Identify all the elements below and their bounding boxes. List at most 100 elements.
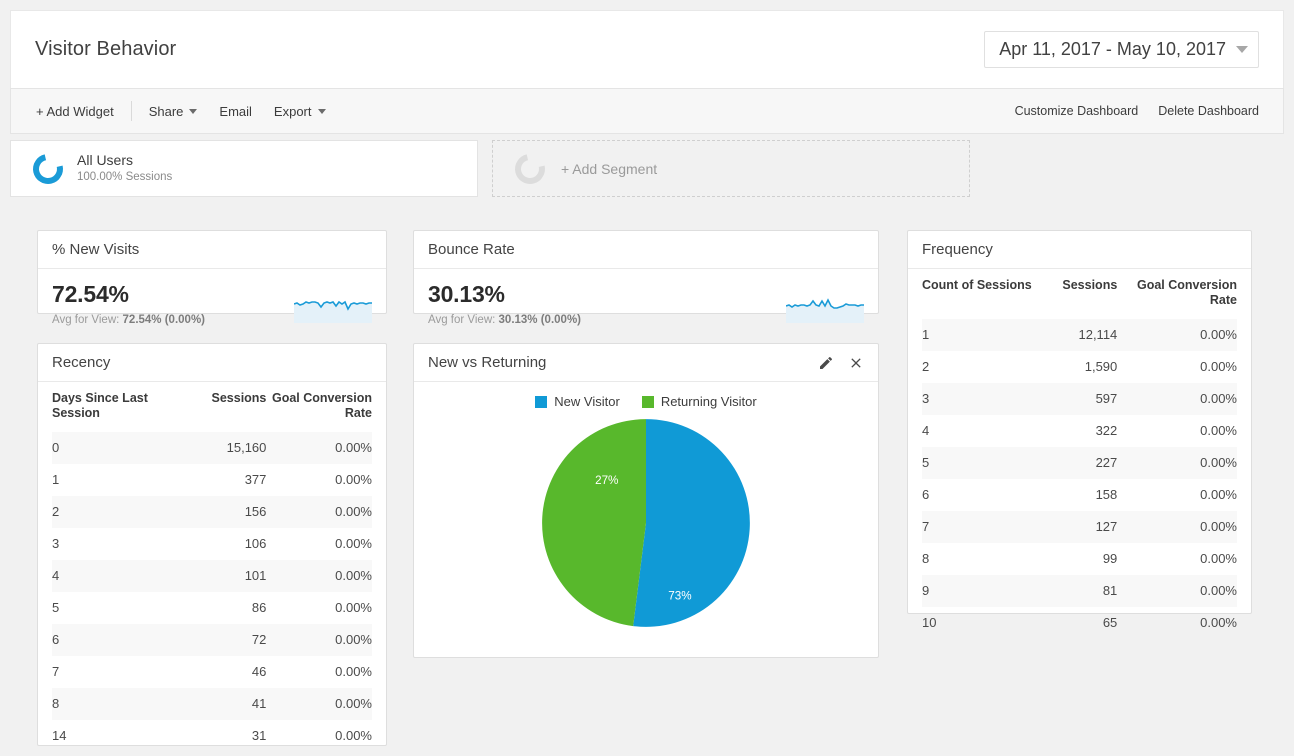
table-row: 9 81 0.00% (922, 575, 1237, 607)
cell-goal-rate: 0.00% (335, 536, 372, 551)
segment-bar: All Users 100.00% Sessions + Add Segment (10, 140, 1284, 197)
column-header-goal-conversion-rate[interactable]: Goal Conversion Rate (266, 382, 372, 432)
segment-sessions-percent: 100.00% Sessions (77, 171, 173, 183)
toolbar-left-group: + Add Widget Share Email Export (25, 98, 337, 125)
table-row: 3 106 0.00% (52, 528, 372, 560)
share-button[interactable]: Share (138, 98, 209, 125)
frequency-table: Count of Sessions Sessions Goal Conversi… (922, 269, 1237, 639)
cell-goal-rate: 0.00% (266, 624, 372, 656)
frequency-table-body: 1 12,114 0.00% 2 1,590 0.00% 3 597 0.00% (922, 319, 1237, 639)
cell-dimension: 9 (922, 575, 1036, 607)
widget-bounce-rate: Bounce Rate 30.13% Avg for View: 30.13% … (413, 230, 879, 326)
cell-dimension: 14 (52, 728, 67, 743)
legend-item-returning-visitor[interactable]: Returning Visitor (641, 394, 757, 409)
pie-label-returning-visitor: 27% (595, 474, 618, 487)
column-header-count-of-sessions[interactable]: Count of Sessions (922, 269, 1035, 319)
widget-new-visits: % New Visits 72.54% Avg for View: 72.54%… (37, 230, 387, 326)
add-widget-button[interactable]: + Add Widget (25, 98, 125, 125)
date-range-label: Apr 11, 2017 - May 10, 2017 (999, 39, 1226, 59)
table-row: 7 127 0.00% (922, 511, 1237, 543)
column-header-goal-conversion-rate[interactable]: Goal Conversion Rate (1117, 269, 1237, 319)
cell-dimension: 5 (922, 447, 1036, 479)
table-row: 14 31 0.00% (52, 720, 372, 752)
column-header-days-since-last-session[interactable]: Days Since Last Session (52, 382, 180, 432)
cell-goal-rate: 0.00% (1200, 423, 1237, 438)
widget-title: % New Visits (52, 241, 140, 258)
customize-dashboard-label: Customize Dashboard (1014, 104, 1139, 118)
segment-all-users[interactable]: All Users 100.00% Sessions (10, 140, 478, 197)
cell-goal-rate: 0.00% (1117, 383, 1237, 415)
cell-dimension: 6 (52, 624, 180, 656)
cell-dimension: 3 (922, 383, 1036, 415)
close-icon[interactable] (848, 355, 864, 371)
table-row: 0 15,160 0.00% (52, 432, 372, 464)
pencil-icon[interactable] (818, 355, 834, 371)
column-header-sessions[interactable]: Sessions (1035, 269, 1117, 319)
cell-sessions: 86 (251, 600, 267, 615)
widget-title: Bounce Rate (428, 241, 515, 258)
cell-sessions: 127 (1035, 511, 1118, 543)
table-row: 6 72 0.00% (52, 624, 372, 656)
cell-goal-rate: 0.00% (1117, 319, 1237, 351)
cell-sessions: 15,160 (180, 432, 267, 464)
donut-icon (509, 147, 551, 190)
date-range-picker[interactable]: Apr 11, 2017 - May 10, 2017 (984, 31, 1259, 68)
legend-item-new-visitor[interactable]: New Visitor (535, 394, 620, 409)
delete-dashboard-label: Delete Dashboard (1158, 104, 1259, 118)
recency-table: Days Since Last Session Sessions Goal Co… (52, 382, 372, 752)
donut-icon (27, 147, 69, 190)
pie-legend: New Visitor Returning Visitor (414, 382, 878, 411)
segment-text-block: All Users 100.00% Sessions (77, 152, 172, 185)
cell-goal-rate: 0.00% (335, 664, 372, 679)
cell-sessions: 41 (180, 688, 267, 720)
cell-goal-rate: 0.00% (266, 688, 372, 720)
table-row: 8 41 0.00% (52, 688, 372, 720)
cell-dimension: 0 (52, 432, 180, 464)
legend-swatch-icon (535, 395, 548, 408)
cell-dimension: 7 (922, 511, 1036, 543)
cell-sessions: 322 (1095, 423, 1118, 438)
widget-header: Frequency (908, 231, 1251, 269)
cell-dimension: 5 (52, 600, 60, 615)
cell-dimension: 10 (922, 615, 937, 630)
cell-goal-rate: 0.00% (266, 560, 372, 592)
page-title: Visitor Behavior (35, 38, 177, 60)
pie-chart-container: 73% 27% (414, 411, 878, 629)
cell-sessions: 156 (180, 496, 267, 528)
widget-header: % New Visits (38, 231, 386, 269)
cell-dimension: 1 (52, 472, 60, 487)
table-row: 3 597 0.00% (922, 383, 1237, 415)
add-segment-button[interactable]: + Add Segment (492, 140, 970, 197)
email-label: Email (219, 103, 252, 119)
cell-goal-rate: 0.00% (1117, 447, 1237, 479)
cell-sessions: 101 (180, 560, 267, 592)
table-header-row: Count of Sessions Sessions Goal Conversi… (922, 269, 1237, 319)
chevron-down-icon (189, 108, 198, 114)
widget-title: Recency (52, 354, 111, 371)
widget-title: Frequency (922, 241, 993, 258)
pie-chart[interactable]: 73% 27% (540, 417, 752, 629)
pie-slice-returning-visitor[interactable] (542, 419, 646, 627)
cell-goal-rate: 0.00% (335, 472, 372, 487)
cell-dimension: 4 (922, 423, 930, 438)
cell-dimension: 2 (922, 359, 930, 374)
cell-sessions: 46 (251, 664, 267, 679)
email-button[interactable]: Email (208, 98, 263, 125)
chevron-down-icon (317, 108, 326, 114)
delete-dashboard-button[interactable]: Delete Dashboard (1148, 98, 1269, 124)
cell-sessions: 158 (1095, 487, 1118, 502)
cell-dimension: 3 (52, 536, 60, 551)
table-row: 4 322 0.00% (922, 415, 1237, 447)
cell-sessions: 377 (244, 472, 267, 487)
toolbar-right-group: Customize Dashboard Delete Dashboard (1005, 98, 1269, 124)
cell-dimension: 4 (52, 560, 180, 592)
column-header-sessions[interactable]: Sessions (180, 382, 267, 432)
cell-goal-rate: 0.00% (266, 432, 372, 464)
widget-header-actions (818, 355, 864, 371)
cell-goal-rate: 0.00% (266, 496, 372, 528)
widget-frequency: Frequency Count of Sessions Sessions Goa… (907, 230, 1252, 630)
customize-dashboard-button[interactable]: Customize Dashboard (1005, 98, 1149, 124)
cell-dimension: 7 (52, 664, 60, 679)
export-button[interactable]: Export (263, 98, 337, 125)
widget-header: Recency (38, 344, 386, 382)
